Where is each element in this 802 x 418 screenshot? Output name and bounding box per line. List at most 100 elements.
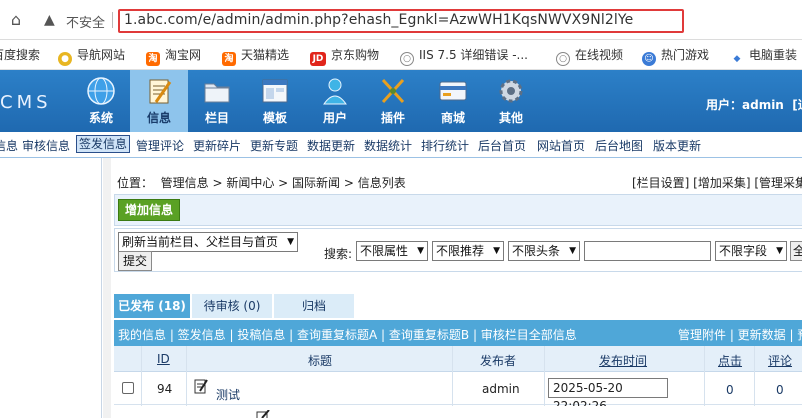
row-comments[interactable]: 0 [776, 383, 784, 397]
col-time[interactable]: 发布时间 [599, 352, 647, 369]
submenu-update-topics[interactable]: 更新专题 [250, 137, 298, 154]
nav-label: 商城 [440, 111, 465, 125]
cms-logo: CMS [0, 92, 52, 113]
template-window-icon [262, 79, 288, 103]
submenu-version-update[interactable]: 版本更新 [653, 137, 701, 154]
submenu-data-stats[interactable]: 数据统计 [364, 137, 412, 154]
bookmark-baidu[interactable]: 百度搜索 [0, 47, 40, 63]
game-icon: ☺ [642, 52, 656, 66]
refresh-select-value: 刷新当前栏目、父栏目与首页 [122, 235, 279, 249]
edit-document-icon[interactable] [194, 378, 208, 394]
bookmark-jd[interactable]: JD 京东购物 [310, 47, 379, 66]
bookmark-tmall[interactable]: 淘天猫精选 [222, 47, 289, 66]
bookmark-video[interactable]: ○ 在线视频 [556, 47, 624, 66]
left-scrollbar[interactable] [103, 158, 111, 418]
field-select-value: 不限字段 [719, 244, 768, 258]
tab-pending[interactable]: 待审核 (0) [192, 294, 272, 318]
user-icon [323, 78, 347, 105]
home-icon[interactable]: ⌂ [6, 10, 26, 30]
nav-label: 信息 [146, 111, 171, 125]
address-divider [112, 12, 113, 28]
nav-label: 系统 [88, 111, 113, 125]
bookmark-iis[interactable]: ○ IIS 7.5 详细错误 -... [400, 47, 528, 66]
submenu-admin-home[interactable]: 后台首页 [478, 137, 526, 154]
search-input[interactable] [584, 241, 711, 261]
bookmark-label: 在线视频 [575, 48, 624, 62]
tab-published[interactable]: 已发布 (18) [114, 294, 190, 318]
row-title-link[interactable]: 测试 [216, 386, 240, 403]
recommend-filter-value: 不限推荐 [436, 244, 485, 258]
table-row [114, 406, 802, 418]
bookmark-nav-site[interactable]: ● 导航网站 [58, 47, 126, 66]
headline-filter-select[interactable]: 不限头条 ▼ [508, 241, 580, 261]
submenu-site-home[interactable]: 网站首页 [537, 137, 585, 154]
submit-button[interactable]: 提交 [118, 251, 153, 271]
nav-site-icon: ● [58, 52, 72, 66]
nav-label: 插件 [380, 111, 405, 125]
bookmark-label: 导航网站 [77, 48, 126, 62]
nav-other[interactable]: 其他 [482, 70, 540, 132]
bookmark-label: 电脑重装 [749, 48, 798, 62]
column-actions[interactable]: [栏目设置] [增加采集] [管理采集 [632, 174, 802, 191]
nav-plugin[interactable]: 插件 [364, 70, 422, 132]
search-all-button[interactable]: 全 [790, 241, 802, 261]
security-label[interactable]: 不安全 [66, 12, 105, 31]
bookmarks-bar: 百度搜索 ● 导航网站 淘淘宝网 淘天猫精选 JD京东购物 ○IIS 7.5 详细… [0, 40, 802, 70]
bookmark-taobao[interactable]: 淘淘宝网 [146, 47, 201, 66]
manage-links[interactable]: 管理附件 | 更新数据 | 预 [678, 326, 802, 343]
info-links[interactable]: 我的信息 | 签发信息 | 投稿信息 | 查询重复标题A | 查询重复标题B |… [118, 326, 577, 343]
row-publish-time-input[interactable]: 2025-05-20 22:02:26 [548, 378, 668, 413]
logout-link[interactable]: [退 [792, 98, 802, 112]
submenu-info[interactable]: 信息 [0, 137, 18, 154]
nav-system[interactable]: 系统 [72, 70, 130, 132]
info-submenu: 信息 审核信息 签发信息 管理评论 更新碎片 更新专题 数据更新 数据统计 排行… [0, 132, 802, 158]
shop-card-icon [439, 81, 467, 101]
recommend-filter-select[interactable]: 不限推荐 ▼ [432, 241, 504, 261]
warning-icon[interactable]: ▲ [44, 12, 55, 28]
jd-icon: JD [310, 52, 326, 66]
nav-shop[interactable]: 商城 [424, 70, 482, 132]
attribute-filter-select[interactable]: 不限属性 ▼ [356, 241, 428, 261]
submenu-sign-info[interactable]: 签发信息 [76, 135, 131, 153]
nav-label: 模板 [262, 111, 287, 125]
system-globe-icon [87, 77, 115, 105]
bookmark-label: 百度搜索 [0, 48, 41, 62]
col-comments[interactable]: 评论 [768, 352, 792, 369]
bookmark-pc[interactable]: ◆ 电脑重装 [730, 47, 798, 64]
row-publisher: admin [482, 382, 520, 396]
tab-archive[interactable]: 归档 [274, 294, 354, 318]
field-select[interactable]: 不限字段 ▼ [715, 241, 787, 261]
globe-icon: ○ [400, 52, 414, 66]
url-text[interactable]: 1.abc.com/e/admin/admin.php?ehash_Egnkl=… [124, 12, 633, 28]
submenu-data-update[interactable]: 数据更新 [307, 137, 355, 154]
submenu-admin-map[interactable]: 后台地图 [595, 137, 643, 154]
col-clicks[interactable]: 点击 [718, 352, 742, 369]
nav-column[interactable]: 栏目 [188, 70, 246, 132]
user-info: 用户：admin [退 [706, 96, 802, 113]
user-label: 用户：admin [706, 98, 784, 112]
submenu-ranking-stats[interactable]: 排行统计 [421, 137, 469, 154]
row-clicks[interactable]: 0 [726, 383, 734, 397]
breadcrumb-path[interactable]: 管理信息 > 新闻中心 > 国际新闻 > 信息列表 [161, 176, 406, 190]
info-notepad-icon [149, 79, 172, 104]
nav-user[interactable]: 用户 [306, 70, 364, 132]
nav-label: 栏目 [204, 111, 229, 125]
nav-label: 其他 [498, 111, 523, 125]
submenu-review-info[interactable]: 审核信息 [22, 137, 70, 154]
add-info-button[interactable]: 增加信息 [118, 199, 181, 221]
submenu-update-fragments[interactable]: 更新碎片 [193, 137, 241, 154]
breadcrumb-prefix: 位置： [117, 176, 154, 190]
chevron-down-icon: ▼ [287, 237, 294, 247]
nav-template[interactable]: 模板 [246, 70, 304, 132]
col-id[interactable]: ID [157, 352, 170, 366]
edit-document-icon[interactable] [256, 410, 270, 418]
tmall-icon: 淘 [222, 52, 236, 66]
left-tree-panel [0, 158, 102, 418]
search-label: 搜索: [324, 247, 353, 261]
submenu-manage-comments[interactable]: 管理评论 [136, 137, 184, 154]
refresh-select[interactable]: 刷新当前栏目、父栏目与首页 ▼ [118, 232, 298, 252]
bookmark-games[interactable]: ☺ 热门游戏 [642, 47, 709, 66]
row-id: 94 [157, 382, 173, 396]
nav-info[interactable]: 信息 [130, 70, 188, 132]
row-checkbox[interactable] [122, 382, 134, 394]
